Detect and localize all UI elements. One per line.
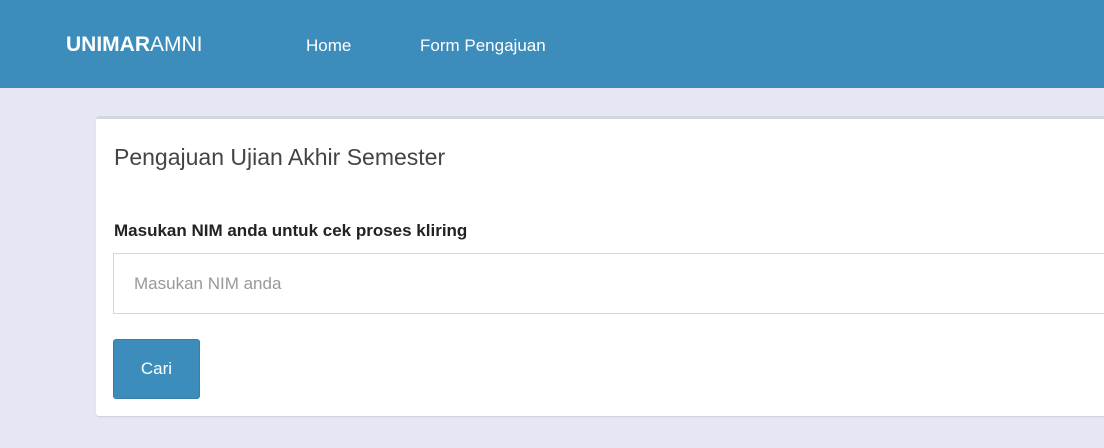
nav-link-home[interactable]: Home — [306, 36, 351, 56]
brand-logo[interactable]: UNIMARAMNI — [66, 33, 203, 57]
exam-request-card: Pengajuan Ujian Akhir Semester Masukan N… — [96, 116, 1104, 416]
nav-link-form-pengajuan[interactable]: Form Pengajuan — [420, 36, 546, 56]
brand-light-text: AMNI — [150, 33, 203, 56]
nim-field-label: Masukan NIM anda untuk cek proses klirin… — [114, 221, 468, 240]
search-button[interactable]: Cari — [113, 339, 200, 399]
nim-input[interactable] — [113, 253, 1104, 314]
brand-bold-text: UNIMAR — [66, 33, 150, 56]
card-title: Pengajuan Ujian Akhir Semester — [114, 144, 446, 170]
top-navbar: UNIMARAMNI Home Form Pengajuan — [0, 0, 1104, 88]
